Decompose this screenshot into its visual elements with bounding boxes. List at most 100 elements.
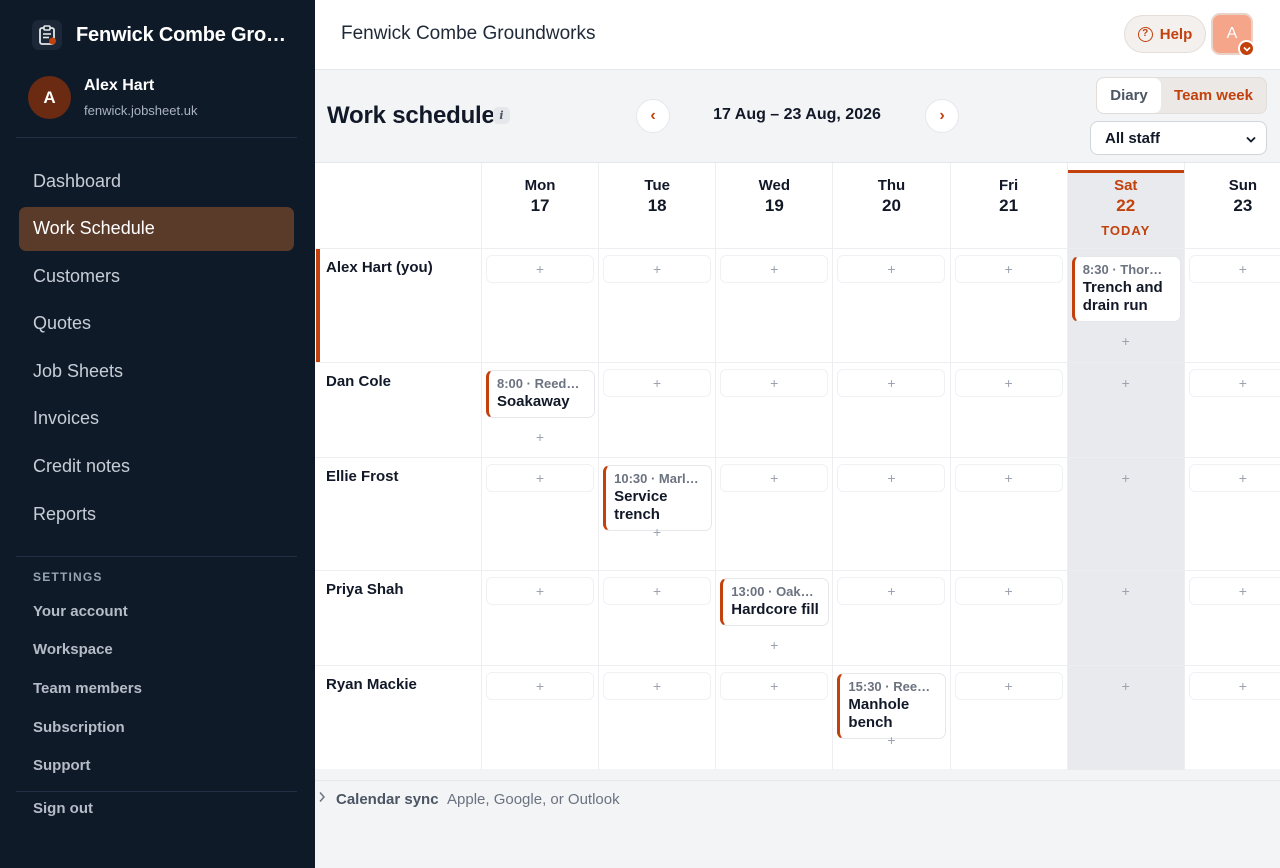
add-job-button[interactable]: + (1188, 464, 1280, 492)
nav-item-work-schedule[interactable]: Work Schedule (19, 206, 294, 251)
brand-name: Fenwick Combe Grou... (76, 23, 286, 46)
view-team-week-button[interactable]: Team week (1161, 78, 1266, 113)
add-job-button[interactable]: + (837, 369, 946, 397)
brand[interactable]: Fenwick Combe Grou... (32, 18, 292, 52)
nav-item-reports[interactable]: Reports (19, 492, 294, 536)
add-job-button[interactable]: + (486, 464, 594, 492)
settings-item-team-members[interactable]: Team members (33, 669, 142, 708)
add-job-button[interactable]: + (1072, 464, 1180, 492)
add-job-button[interactable]: + (486, 672, 594, 700)
job-card[interactable]: 8:30 · Thor… Trench and drain run (1071, 256, 1181, 322)
job-card[interactable]: 13:00 · Oak… Hardcore fill (720, 578, 830, 626)
add-job-button[interactable]: + (1188, 577, 1280, 605)
day-name: Mon (524, 177, 556, 194)
add-job-button[interactable]: + (1188, 369, 1280, 397)
user-profile[interactable]: A Alex Hart fenwick.jobsheet.uk (28, 76, 197, 119)
add-job-button[interactable]: + (1188, 255, 1280, 283)
top-bar: Fenwick Combe Groundworks ? Help A (315, 0, 1280, 70)
sign-out-link[interactable]: Sign out (33, 800, 93, 817)
add-job-button[interactable]: + (1072, 369, 1180, 397)
day-number: 22 (1116, 196, 1136, 215)
day-name: Tue (644, 177, 670, 194)
staff-filter-value: All staff (1105, 129, 1161, 147)
workspace-title: Fenwick Combe Groundworks (341, 23, 596, 44)
add-job-button[interactable]: + (603, 577, 712, 605)
previous-week-button[interactable]: ‹ (636, 99, 670, 133)
add-job-button[interactable]: + (720, 255, 829, 283)
day-header-sun: Sun 23 (1183, 163, 1280, 248)
job-time: 13:00 · Oak… (731, 584, 814, 599)
add-job-button[interactable]: + (720, 464, 829, 492)
job-time: 8:00 · Reed… (497, 376, 580, 391)
next-week-button[interactable]: › (925, 99, 959, 133)
date-range: 17 Aug – 23 Aug, 2026 (713, 106, 881, 123)
add-job-button[interactable]: + (603, 672, 712, 700)
job-time: 8:30 · Thor… (1082, 262, 1163, 277)
chevron-down-icon (1238, 40, 1255, 57)
add-job-button[interactable]: + (720, 631, 828, 659)
day-number: 19 (764, 196, 784, 215)
staff-name: Ellie Frost (326, 468, 399, 485)
nav-item-customers[interactable]: Customers (19, 254, 294, 298)
add-job-button[interactable]: + (837, 464, 946, 492)
info-icon[interactable]: i (493, 107, 510, 124)
nav-item-credit-notes[interactable]: Credit notes (19, 445, 294, 489)
day-header-thu: Thu 20 (832, 163, 949, 248)
staff-row: Dan Cole 8:00 · Reed… Soakaway + + + + + + + (315, 362, 1280, 457)
day-number: 21 (999, 196, 1019, 215)
account-avatar-button[interactable]: A (1211, 13, 1255, 57)
job-card[interactable]: 8:00 · Reed… Soakaway (486, 370, 595, 418)
nav-item-quotes[interactable]: Quotes (19, 302, 294, 346)
help-button[interactable]: ? Help (1124, 15, 1206, 53)
add-job-button[interactable]: + (1072, 577, 1180, 605)
add-job-button[interactable]: + (954, 369, 1063, 397)
day-name: Fri (999, 177, 1019, 194)
view-diary-button[interactable]: Diary (1097, 78, 1161, 113)
nav-item-dashboard[interactable]: Dashboard (19, 159, 294, 203)
add-job-button[interactable]: + (954, 672, 1063, 700)
add-job-button[interactable]: + (720, 672, 829, 700)
settings-item-support[interactable]: Support (33, 746, 142, 785)
add-job-button[interactable]: + (603, 369, 712, 397)
settings-item-subscription[interactable]: Subscription (33, 708, 142, 747)
add-job-button[interactable]: + (486, 423, 594, 451)
calendar-sync-label: Calendar sync (336, 791, 439, 808)
today-label: TODAY (1101, 223, 1151, 238)
day-number: 17 (530, 196, 550, 215)
staff-filter-select[interactable]: All staff (1090, 121, 1267, 155)
settings-item-your-account[interactable]: Your account (33, 592, 142, 631)
add-job-button[interactable]: + (1188, 672, 1280, 700)
chevron-down-icon (1246, 130, 1256, 147)
add-job-button[interactable]: + (603, 255, 712, 283)
calendar-sync-panel[interactable]: Calendar sync Apple, Google, or Outlook (315, 780, 1280, 868)
add-job-button[interactable]: + (486, 577, 594, 605)
avatar-initial: A (1226, 25, 1238, 42)
staff-name: Dan Cole (326, 373, 392, 390)
divider (16, 137, 297, 138)
add-job-button[interactable]: + (603, 518, 711, 546)
add-job-button[interactable]: + (837, 577, 946, 605)
add-job-button[interactable]: + (486, 255, 594, 283)
add-job-button[interactable]: + (720, 369, 829, 397)
add-job-button[interactable]: + (954, 577, 1063, 605)
day-name: Thu (877, 177, 906, 194)
add-job-button[interactable]: + (837, 726, 945, 754)
help-label: Help (1159, 25, 1193, 43)
add-job-button[interactable]: + (954, 255, 1063, 283)
day-header-fri: Fri 21 (949, 163, 1067, 248)
add-job-button[interactable]: + (1072, 672, 1180, 700)
job-time: 15:30 · Reed… (848, 679, 938, 694)
day-header-sat: Sat 22 TODAY (1066, 163, 1184, 248)
add-job-button[interactable]: + (837, 255, 946, 283)
current-user-indicator (316, 249, 320, 363)
settings-item-workspace[interactable]: Workspace (33, 631, 142, 670)
view-toggle: Diary Team week (1096, 77, 1267, 114)
staff-row: Alex Hart (you) + + + + +8:30 · Thor… Trench a… (315, 248, 1280, 363)
add-job-button[interactable]: + (1072, 327, 1180, 355)
chevron-right-icon (318, 791, 326, 806)
add-job-button[interactable]: + (954, 464, 1063, 492)
nav-item-job-sheets[interactable]: Job Sheets (19, 349, 294, 393)
nav-item-invoices[interactable]: Invoices (19, 397, 294, 441)
staff-row: Ellie Frost +10:30 · Marl… Service trench +… (315, 457, 1280, 570)
calendar-sync-description: Apple, Google, or Outlook (447, 791, 620, 808)
